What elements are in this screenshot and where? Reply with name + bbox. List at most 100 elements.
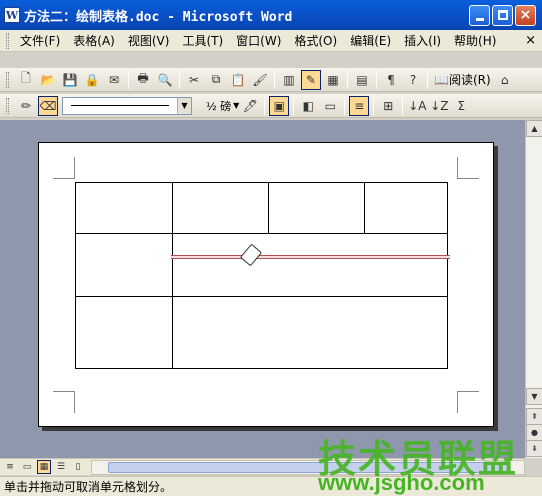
- menu-table[interactable]: 表格(A): [68, 32, 120, 49]
- menu-format[interactable]: 格式(O): [289, 32, 342, 49]
- sort-ascending-icon[interactable]: ↓A: [407, 96, 427, 116]
- line-weight-select[interactable]: ½ 磅 ▼: [206, 98, 239, 114]
- toolbar-separator: [347, 70, 348, 89]
- table-row-border[interactable]: [76, 233, 447, 234]
- menu-insert[interactable]: 插入(I): [399, 32, 446, 49]
- line-style-sample: [71, 105, 169, 106]
- toolbar-separator: [402, 96, 404, 115]
- maximize-icon: [497, 10, 508, 20]
- merge-cells-icon[interactable]: ▭: [320, 96, 340, 116]
- pilcrow-icon[interactable]: ¶: [381, 70, 401, 90]
- crop-mark: [457, 391, 479, 413]
- pen-color-icon[interactable]: 🖊: [240, 96, 260, 116]
- permission-icon[interactable]: 🔒: [82, 70, 102, 90]
- borders-icon[interactable]: ▣: [269, 95, 290, 116]
- menu-view[interactable]: 视图(V): [123, 32, 175, 49]
- print-icon[interactable]: 🖶: [133, 70, 153, 90]
- toolbar-separator: [427, 70, 428, 89]
- toolbar-separator: [293, 96, 295, 115]
- autosum-icon[interactable]: Σ: [451, 96, 471, 116]
- spreadsheet-icon[interactable]: ▤: [352, 70, 372, 90]
- status-text: 单击并拖动可取消单元格划分。: [4, 480, 173, 494]
- document-table[interactable]: [75, 182, 448, 369]
- copy-icon[interactable]: ⧉: [206, 70, 226, 90]
- cut-icon[interactable]: ✂: [184, 70, 204, 90]
- print-preview-icon[interactable]: 🔍: [155, 70, 175, 90]
- help-icon[interactable]: ?: [403, 70, 423, 90]
- tables-borders-icon[interactable]: ✎: [301, 69, 321, 90]
- chevron-down-icon: ▼: [233, 101, 240, 110]
- toolbar-separator: [179, 70, 180, 89]
- document-area: [0, 120, 525, 458]
- line-weight-value: ½ 磅: [206, 99, 232, 113]
- outline-view-icon[interactable]: ☰: [54, 460, 68, 474]
- toolbar-grip[interactable]: [6, 97, 9, 114]
- menu-bar: 文件(F) 表格(A) 视图(V) 工具(T) 窗口(W) 格式(O) 编辑(E…: [0, 30, 542, 52]
- maximize-button[interactable]: [492, 4, 513, 26]
- menu-file[interactable]: 文件(F): [15, 32, 65, 49]
- table-row-border[interactable]: [76, 296, 447, 297]
- save-icon[interactable]: 💾: [60, 70, 80, 90]
- book-icon: 📖: [434, 72, 449, 87]
- new-document-icon[interactable]: 🗋: [16, 70, 36, 90]
- title-bar: W 方法二：绘制表格.doc - Microsoft Word ×: [0, 0, 542, 30]
- watermark-url: www.jsgho.com: [318, 470, 485, 495]
- table-column-border[interactable]: [172, 183, 173, 368]
- close-button[interactable]: ×: [515, 4, 536, 26]
- crop-mark: [457, 157, 479, 179]
- document-page[interactable]: [38, 142, 494, 427]
- toolbar-separator: [373, 96, 375, 115]
- minimize-icon: [475, 17, 484, 21]
- menu-edit[interactable]: 编辑(E): [345, 32, 396, 49]
- toolbar-separator: [344, 96, 346, 115]
- tables-borders-toolbar: ✏ ⌫ ▼ ½ 磅 ▼ 🖊 ▣ ◧ ▭ ≡ ⊞ ↓A ↓Z Σ: [0, 94, 542, 118]
- minimize-button[interactable]: [469, 4, 490, 26]
- menubar-grip[interactable]: [6, 32, 9, 49]
- menu-tools[interactable]: 工具(T): [177, 32, 228, 49]
- normal-view-icon[interactable]: ≡: [3, 460, 17, 474]
- format-painter-icon[interactable]: 🖌: [250, 70, 270, 90]
- erase-selection-line[interactable]: [171, 255, 450, 259]
- next-page-icon[interactable]: ⇟: [526, 440, 542, 457]
- web-layout-view-icon[interactable]: ▭: [20, 460, 34, 474]
- previous-page-icon[interactable]: ⇞: [526, 408, 542, 425]
- email-icon[interactable]: ✉: [104, 70, 124, 90]
- crop-mark: [53, 157, 75, 179]
- insert-table-icon[interactable]: ▦: [323, 70, 343, 90]
- table-column-border[interactable]: [268, 183, 269, 233]
- columns-icon[interactable]: ▥: [279, 70, 299, 90]
- scroll-up-icon[interactable]: ▲: [526, 120, 542, 137]
- select-browse-object-icon[interactable]: ●: [526, 424, 542, 441]
- reading-view-icon[interactable]: ▯: [71, 460, 85, 474]
- scroll-down-icon[interactable]: ▼: [526, 388, 542, 405]
- align-icon[interactable]: ≡: [349, 95, 370, 116]
- toolbar-separator: [128, 70, 129, 89]
- menu-help[interactable]: 帮助(H): [449, 32, 501, 49]
- sort-descending-icon[interactable]: ↓Z: [429, 96, 449, 116]
- eraser-tool-icon[interactable]: ⌫: [38, 95, 58, 116]
- shading-icon[interactable]: ◧: [298, 96, 318, 116]
- draw-table-pencil-icon[interactable]: ✏: [16, 96, 36, 116]
- standard-toolbar: 🗋 📂 💾 🔒 ✉ 🖶 🔍 ✂ ⧉ 📋 🖌 ▥ ✎ ▦ ▤ ¶ ? 📖 阅读(R…: [0, 68, 542, 92]
- menu-window[interactable]: 窗口(W): [231, 32, 286, 49]
- crop-mark: [53, 391, 75, 413]
- print-layout-view-icon[interactable]: ▦: [37, 460, 51, 474]
- vertical-scrollbar[interactable]: ▲ ▼ ⇞ ● ⇟: [525, 120, 542, 458]
- research-icon[interactable]: ⌂: [495, 70, 515, 90]
- close-icon: ×: [519, 7, 532, 23]
- open-folder-icon[interactable]: 📂: [38, 70, 58, 90]
- table-column-border[interactable]: [364, 183, 365, 233]
- toolbar-separator: [376, 70, 377, 89]
- chevron-down-icon[interactable]: ▼: [177, 97, 191, 114]
- window-title: 方法二：绘制表格.doc - Microsoft Word: [24, 9, 293, 25]
- toolbar-grip[interactable]: [6, 71, 9, 88]
- read-label: 阅读(R): [448, 73, 491, 87]
- word-app-icon[interactable]: W: [4, 7, 20, 23]
- line-style-select[interactable]: ▼: [62, 96, 192, 115]
- distribute-rows-icon[interactable]: ⊞: [378, 96, 398, 116]
- document-close-icon[interactable]: ×: [525, 33, 536, 48]
- paste-icon[interactable]: 📋: [228, 70, 248, 90]
- toolbar-separator: [264, 96, 266, 115]
- toolbar-separator: [274, 70, 275, 89]
- read-button[interactable]: 📖 阅读(R): [431, 71, 494, 88]
